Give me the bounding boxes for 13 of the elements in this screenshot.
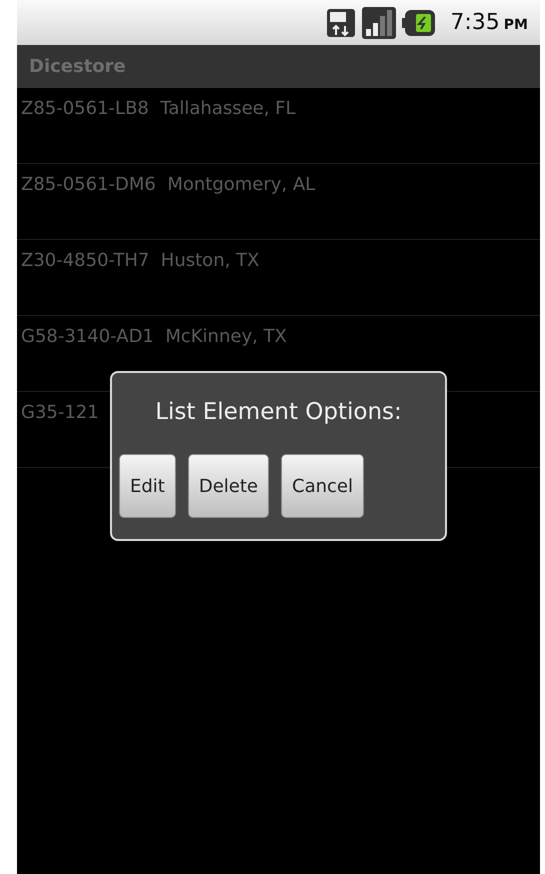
list-item[interactable]: Z85-0561-DM6 Montgomery, AL xyxy=(21,174,316,195)
list-item[interactable]: Z85-0561-LB8 Tallahassee, FL xyxy=(21,98,296,119)
dialog-title: List Element Options: xyxy=(155,399,402,425)
dialog-button[interactable]: Delete xyxy=(188,454,270,518)
dialog-button[interactable]: Edit xyxy=(119,454,176,518)
list-item[interactable]: Z30-4850-TH7 Huston, TX xyxy=(21,250,260,271)
battery-icon xyxy=(402,8,436,36)
app-title: Dicestore xyxy=(29,56,126,77)
status-time: 7:35 PM xyxy=(450,10,528,35)
signal-icon xyxy=(362,6,396,38)
list-item[interactable]: G58-3140-AD1 McKinney, TX xyxy=(21,326,287,347)
dialog-button[interactable]: Cancel xyxy=(281,454,364,518)
list-item[interactable]: G35-121 xyxy=(21,402,99,423)
